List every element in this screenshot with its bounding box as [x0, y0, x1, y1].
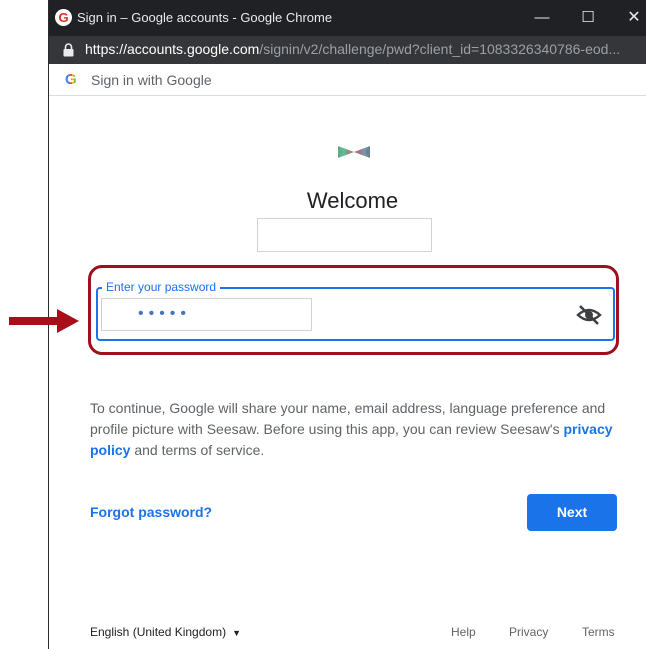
forgot-password-link[interactable]: Forgot password? — [90, 504, 212, 520]
google-logo-icon: G — [65, 71, 77, 88]
password-input[interactable]: ••••• — [101, 298, 312, 331]
language-selector[interactable]: English (United Kingdom) ▼ — [90, 625, 241, 639]
password-label: Enter your password — [102, 280, 221, 294]
url-path: /signin/v2/challenge/pwd?client_id=10833… — [259, 41, 621, 57]
lock-icon — [63, 43, 74, 57]
google-favicon-icon: G — [55, 9, 72, 26]
account-chip[interactable] — [257, 218, 432, 252]
terms-link[interactable]: Terms — [582, 625, 615, 639]
privacy-link[interactable]: Privacy — [509, 625, 548, 639]
browser-titlebar[interactable]: G Sign in – Google accounts - Google Chr… — [49, 0, 646, 36]
url-domain: https://accounts.google.com — [85, 41, 260, 57]
minimize-button[interactable]: — — [530, 6, 554, 30]
caret-down-icon: ▼ — [232, 628, 241, 638]
address-bar[interactable]: https://accounts.google.com/signin/v2/ch… — [49, 36, 646, 64]
seesaw-logo-icon — [338, 146, 370, 158]
consent-text-part: and terms of service. — [130, 442, 265, 458]
welcome-heading: Welcome — [306, 188, 399, 213]
consent-text: To continue, Google will share your name… — [90, 398, 616, 461]
header-title: Sign in with Google — [91, 72, 212, 88]
close-button[interactable]: ✕ — [622, 6, 646, 30]
url-text: https://accounts.google.com/signin/v2/ch… — [85, 41, 620, 57]
consent-text-part: To continue, Google will share your name… — [90, 400, 606, 437]
annotation-arrow-icon — [9, 309, 79, 333]
help-link[interactable]: Help — [451, 625, 476, 639]
maximize-button[interactable]: ☐ — [576, 6, 600, 30]
next-button[interactable]: Next — [527, 494, 617, 531]
signin-header: G Sign in with Google — [49, 64, 646, 96]
language-label: English (United Kingdom) — [90, 625, 227, 639]
eye-off-icon[interactable] — [575, 301, 603, 329]
window-title: Sign in – Google accounts - Google Chrom… — [77, 10, 333, 25]
